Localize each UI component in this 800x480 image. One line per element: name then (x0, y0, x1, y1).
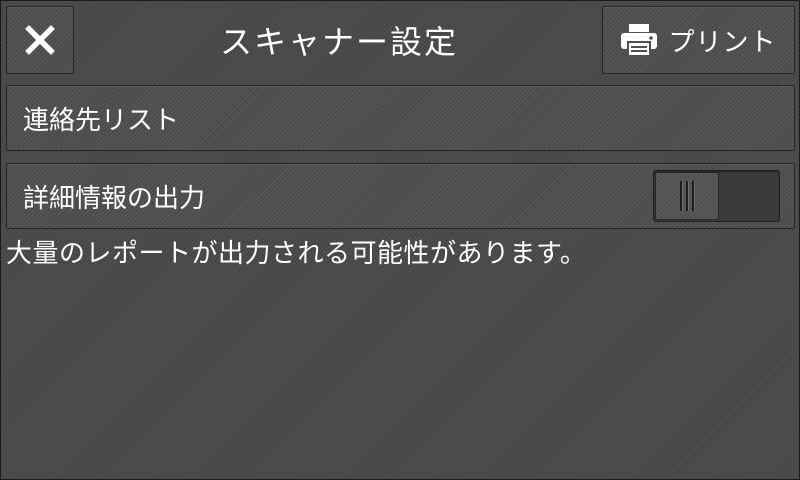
notice-text: 大量のレポートが出力される可能性があります。 (6, 239, 587, 269)
details-output-label: 詳細情報の出力 (23, 183, 206, 214)
print-button[interactable]: プリント (602, 6, 795, 74)
page-title: スキャナー設定 (219, 23, 458, 61)
contacts-list-button[interactable]: 連絡先リスト (6, 85, 795, 151)
printer-icon (621, 24, 658, 57)
close-button[interactable] (6, 6, 74, 74)
contacts-list-label: 連絡先リスト (23, 105, 180, 136)
scanner-settings-screen: スキャナー設定 プリント 連絡先リスト 詳細情報の出力 大量のレポートが出力され… (0, 0, 800, 480)
details-output-row: 詳細情報の出力 (6, 163, 795, 229)
grip-line (692, 181, 694, 211)
toggle-track (719, 173, 777, 219)
grip-line (680, 181, 682, 211)
toggle-knob[interactable] (655, 172, 719, 220)
details-output-toggle[interactable] (653, 170, 780, 222)
close-icon (25, 25, 55, 55)
grip-line (686, 181, 688, 211)
print-button-label: プリント (668, 27, 777, 58)
